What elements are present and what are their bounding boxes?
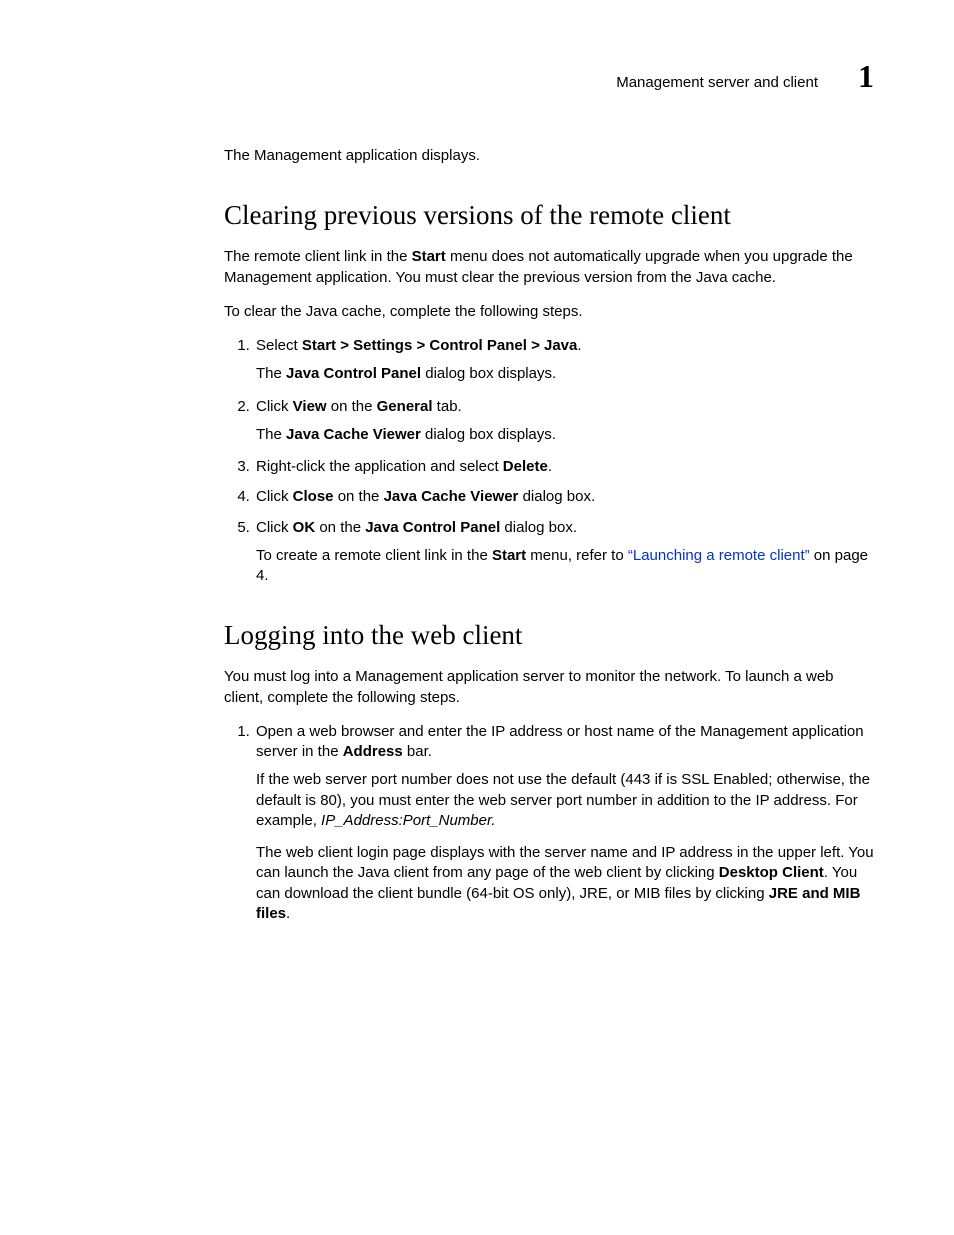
section1-para1: The remote client link in the Start menu…: [224, 247, 874, 288]
text-bold: Java Control Panel: [365, 519, 500, 536]
text-bold: Start > Settings > Control Panel > Java: [302, 337, 578, 354]
text: on the: [315, 519, 365, 536]
text: Click: [256, 398, 293, 415]
section1-para2: To clear the Java cache, complete the fo…: [224, 302, 874, 322]
text-bold: Desktop Client: [719, 864, 824, 881]
intro-line: The Management application displays.: [224, 146, 874, 166]
step-1-sub: The Java Control Panel dialog box displa…: [256, 364, 874, 384]
text-bold: Java Control Panel: [286, 365, 421, 382]
step-1: Select Start > Settings > Control Panel …: [254, 336, 874, 385]
text-bold: Delete: [503, 458, 548, 475]
text: .: [286, 905, 290, 922]
text: dialog box.: [518, 488, 595, 505]
text: .: [577, 337, 581, 354]
text-bold: Start: [492, 547, 526, 564]
running-header: Management server and client 1: [80, 60, 874, 92]
step-4: Click Close on the Java Cache Viewer dia…: [254, 487, 874, 507]
section1-steps: Select Start > Settings > Control Panel …: [224, 336, 874, 586]
step-2-sub: The Java Cache Viewer dialog box display…: [256, 425, 874, 445]
text: on the: [327, 398, 377, 415]
running-title: Management server and client: [616, 74, 818, 91]
text-bold: Address: [343, 743, 403, 760]
text-bold: Start: [412, 248, 446, 265]
section-heading-logging: Logging into the web client: [224, 620, 874, 651]
text: dialog box.: [500, 519, 577, 536]
text: bar.: [403, 743, 432, 760]
step-1-sub2: The web client login page displays with …: [256, 843, 874, 924]
text-bold: Close: [293, 488, 334, 505]
text: menu, refer to: [526, 547, 628, 564]
text-bold: Java Cache Viewer: [286, 426, 421, 443]
step-3: Right-click the application and select D…: [254, 457, 874, 477]
step-1: Open a web browser and enter the IP addr…: [254, 722, 874, 924]
text: Right-click the application and select: [256, 458, 503, 475]
text-bold: OK: [293, 519, 316, 536]
text: The: [256, 426, 286, 443]
section2-para1: You must log into a Management applicati…: [224, 667, 874, 708]
text-bold: General: [377, 398, 433, 415]
text: dialog box displays.: [421, 426, 556, 443]
text: The remote client link in the: [224, 248, 412, 265]
section2-steps: Open a web browser and enter the IP addr…: [224, 722, 874, 924]
text: Click: [256, 488, 293, 505]
text-bold: View: [293, 398, 327, 415]
section-heading-clearing: Clearing previous versions of the remote…: [224, 200, 874, 231]
text: dialog box displays.: [421, 365, 556, 382]
body-content: The Management application displays. Cle…: [224, 146, 874, 924]
page: Management server and client 1 The Manag…: [0, 0, 954, 1235]
chapter-number: 1: [858, 60, 874, 92]
text-italic: IP_Address:Port_Number.: [321, 812, 496, 829]
step-2: Click View on the General tab. The Java …: [254, 397, 874, 446]
text: Select: [256, 337, 302, 354]
text: Click: [256, 519, 293, 536]
text: on the: [334, 488, 384, 505]
text: tab.: [433, 398, 462, 415]
cross-reference-link[interactable]: “Launching a remote client”: [628, 547, 810, 564]
step-5: Click OK on the Java Control Panel dialo…: [254, 518, 874, 587]
step-5-sub: To create a remote client link in the St…: [256, 546, 874, 587]
text: To create a remote client link in the: [256, 547, 492, 564]
step-1-sub1: If the web server port number does not u…: [256, 770, 874, 831]
text: The: [256, 365, 286, 382]
text: .: [548, 458, 552, 475]
text-bold: Java Cache Viewer: [384, 488, 519, 505]
